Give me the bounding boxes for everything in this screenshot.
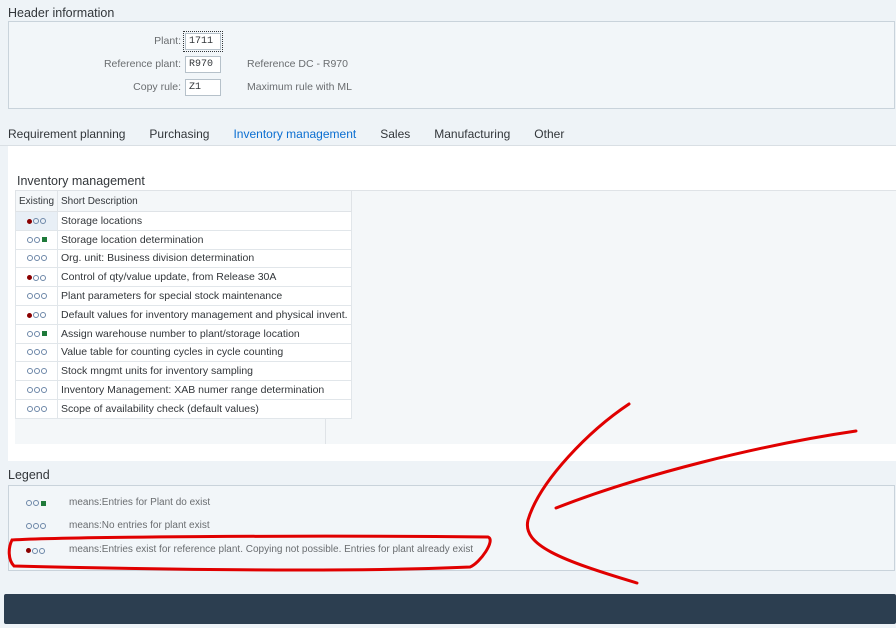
table-row[interactable]: Value table for counting cycles in cycle…: [14, 342, 352, 363]
copy-rule-row: Copy rule: Z1 Maximum rule with ML: [9, 77, 352, 97]
red-status-icon: [27, 218, 46, 225]
existing-indicator-cell[interactable]: [14, 304, 59, 325]
legend-item-red: means:Entries exist for reference plant.…: [17, 541, 473, 557]
short-description-cell[interactable]: Scope of availability check (default val…: [57, 398, 352, 419]
legend-status-indicator: [17, 540, 69, 558]
app-window: Header information Plant: 1711 Reference…: [0, 0, 896, 628]
short-description-cell[interactable]: Storage locations: [57, 211, 352, 231]
legend-status-indicator: [17, 493, 69, 511]
red-status-icon: [26, 547, 45, 554]
existing-indicator-cell[interactable]: [14, 229, 59, 250]
short-description-cell[interactable]: Plant parameters for special stock maint…: [57, 286, 352, 306]
existing-indicator-cell[interactable]: [14, 342, 59, 363]
red-status-icon: [27, 312, 46, 319]
short-description-cell[interactable]: Value table for counting cycles in cycle…: [57, 342, 352, 363]
existing-indicator-cell[interactable]: [14, 267, 59, 288]
reference-plant-input[interactable]: R970: [185, 55, 221, 73]
legend-status-indicator: [17, 516, 69, 534]
table-row[interactable]: Control of qty/value update, from Releas…: [14, 267, 352, 288]
tab-requirement-planning[interactable]: Requirement planning: [8, 121, 125, 146]
legend-item-none: means:No entries for plant exist: [17, 517, 210, 533]
green-status-icon: [26, 330, 47, 337]
legend-text: means:No entries for plant exist: [69, 519, 210, 531]
table-header-row: Existing Short Description: [14, 190, 352, 212]
empty-status-icon: [26, 255, 47, 262]
plant-input[interactable]: 1711: [183, 30, 223, 52]
header-panel: Plant: 1711 Reference plant: R970 Refere…: [8, 21, 895, 109]
table-row[interactable]: Storage locations: [14, 211, 352, 231]
empty-status-icon: [26, 293, 47, 300]
legend-text: means:Entries for Plant do exist: [69, 496, 211, 508]
footer-toolbar: [4, 594, 896, 624]
tab-sales[interactable]: Sales: [380, 121, 410, 146]
existing-indicator-cell[interactable]: [14, 248, 59, 269]
table-body: Storage locations Storage location determ…: [14, 211, 352, 419]
green-status-icon: [26, 236, 47, 243]
existing-indicator-cell[interactable]: [14, 361, 59, 382]
empty-status-icon: [26, 523, 46, 529]
empty-status-icon: [26, 405, 47, 412]
existing-indicator-cell[interactable]: [14, 211, 59, 231]
short-description-cell[interactable]: Default values for inventory management …: [57, 304, 352, 325]
table-row[interactable]: Storage location determination: [14, 229, 352, 250]
tab-purchasing[interactable]: Purchasing: [149, 121, 209, 146]
table-row[interactable]: Inventory Management: XAB numer range de…: [14, 380, 352, 400]
existing-indicator-cell[interactable]: [14, 323, 59, 344]
column-header-existing[interactable]: Existing: [14, 190, 59, 212]
reference-plant-label: Reference plant:: [103, 58, 181, 70]
red-status-icon: [27, 274, 46, 281]
inventory-section-title: Inventory management: [17, 174, 145, 188]
empty-status-icon: [26, 368, 47, 375]
tab-manufacturing[interactable]: Manufacturing: [434, 121, 510, 146]
short-description-cell[interactable]: Org. unit: Business division determinati…: [57, 248, 352, 269]
legend-text: means:Entries exist for reference plant.…: [69, 543, 474, 555]
table-row[interactable]: Stock mngmt units for inventory sampling: [14, 361, 352, 382]
copy-rule-label: Copy rule:: [133, 81, 181, 93]
short-description-cell[interactable]: Assign warehouse number to plant/storage…: [57, 323, 352, 344]
reference-plant-description: Reference DC - R970: [247, 58, 348, 70]
legend-title: Legend: [8, 468, 50, 482]
inventory-table: Existing Short Description Storage locat…: [14, 190, 352, 419]
plant-row: Plant: 1711: [9, 30, 223, 52]
legend-item-green: means:Entries for Plant do exist: [17, 494, 210, 510]
copy-rule-description: Maximum rule with ML: [247, 81, 353, 93]
column-header-short-description[interactable]: Short Description: [57, 190, 352, 212]
tab-other[interactable]: Other: [534, 121, 564, 146]
reference-plant-row: Reference plant: R970 Reference DC - R97…: [9, 54, 348, 74]
legend-panel: means:Entries for Plant do exist means:N…: [8, 485, 895, 571]
existing-indicator-cell[interactable]: [14, 380, 59, 400]
empty-status-icon: [26, 387, 47, 394]
table-row[interactable]: Scope of availability check (default val…: [14, 398, 352, 419]
table-row[interactable]: Org. unit: Business division determinati…: [14, 248, 352, 269]
short-description-cell[interactable]: Storage location determination: [57, 229, 352, 250]
tab-bar: Requirement planning Purchasing Inventor…: [8, 121, 588, 148]
plant-label: Plant:: [154, 35, 181, 47]
table-row[interactable]: Default values for inventory management …: [14, 304, 352, 325]
table-row[interactable]: Plant parameters for special stock maint…: [14, 286, 352, 306]
existing-indicator-cell[interactable]: [14, 398, 59, 419]
short-description-cell[interactable]: Stock mngmt units for inventory sampling: [57, 361, 352, 382]
copy-rule-input[interactable]: Z1: [185, 78, 221, 96]
existing-indicator-cell[interactable]: [14, 286, 59, 306]
green-status-icon: [26, 500, 46, 506]
short-description-cell[interactable]: Control of qty/value update, from Releas…: [57, 267, 352, 288]
table-row[interactable]: Assign warehouse number to plant/storage…: [14, 323, 352, 344]
tab-inventory-management[interactable]: Inventory management: [233, 121, 357, 148]
short-description-cell[interactable]: Inventory Management: XAB numer range de…: [57, 380, 352, 400]
empty-status-icon: [26, 349, 47, 356]
header-section-title: Header information: [8, 6, 115, 20]
